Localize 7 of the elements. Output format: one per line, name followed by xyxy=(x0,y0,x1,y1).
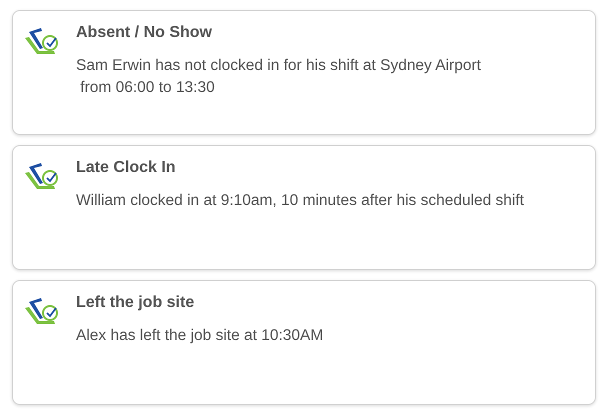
notification-title: Left the job site xyxy=(76,293,196,313)
notification-message: from 06:00 to 13:30 xyxy=(79,78,216,98)
notification-message: William clocked in at 9:10am, 10 minutes after his scheduled shift xyxy=(76,191,524,211)
notification-title: Absent / No Show xyxy=(76,23,213,43)
notification-message: Sam Erwin has not clocked in for his shift at Sydney Airport xyxy=(76,56,481,76)
notification-title: Late Clock In xyxy=(76,158,177,178)
notification-message: Alex has left the job site at 10:30AM xyxy=(76,326,324,346)
